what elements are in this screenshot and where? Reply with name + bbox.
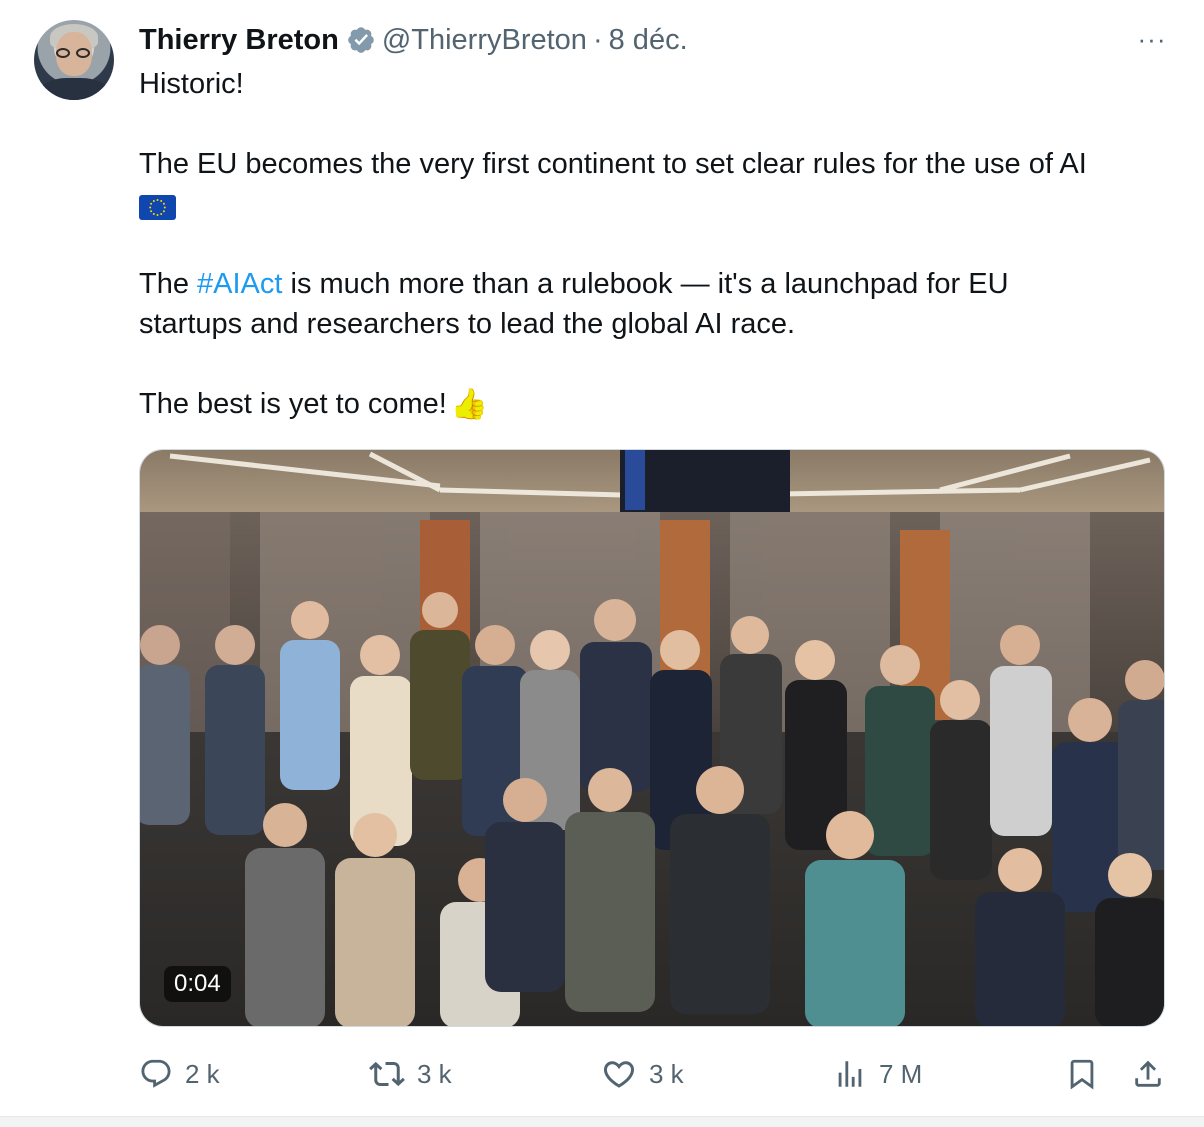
avatar-glasses (56, 48, 92, 58)
reply-icon (141, 1059, 171, 1088)
thumbs-up-icon: 👍 (450, 388, 489, 422)
author-handle[interactable]: @ThierryBreton (382, 24, 587, 57)
repost-count: 3 k (417, 1058, 452, 1089)
bookmark-icon (1070, 1059, 1094, 1090)
timeline-divider (0, 1116, 1204, 1127)
share-icon (1135, 1060, 1161, 1087)
author-name[interactable]: Thierry Breton (139, 24, 339, 57)
repost-button[interactable]: 3 k (369, 1052, 452, 1096)
reply-count: 2 k (185, 1058, 220, 1089)
author-avatar[interactable] (34, 20, 114, 100)
views-button[interactable]: 7 M (833, 1052, 922, 1096)
views-count: 7 M (879, 1058, 923, 1089)
tweet-header: Thierry Breton @ThierryBreton · 8 déc. (139, 22, 688, 58)
like-count: 3 k (649, 1058, 684, 1089)
tweet-line-1: Historic! (139, 68, 244, 100)
video-duration: 0:04 (164, 966, 231, 1002)
header-separator: · (592, 23, 603, 56)
video-thumbnail (140, 450, 1164, 1026)
tweet-line-3-post: is much more than a rulebook — it's a la… (282, 268, 1009, 300)
tweet-text: Historic! The EU becomes the very first … (139, 64, 1169, 425)
more-options-icon[interactable]: ··· (1134, 24, 1170, 54)
hashtag-link[interactable]: #AIAct (197, 268, 282, 300)
avatar-suit (38, 78, 110, 100)
tweet-line-2: The EU becomes the very first continent … (139, 148, 1087, 180)
repost-icon (369, 1061, 405, 1087)
verified-badge-icon[interactable] (346, 25, 376, 55)
video-player[interactable]: 0:04 (139, 449, 1165, 1027)
tweet-line-3: The #AIAct is much more than a rulebook … (139, 264, 1169, 304)
tweet-card[interactable]: Thierry Breton @ThierryBreton · 8 déc. ·… (0, 0, 1204, 1116)
reply-button[interactable]: 2 k (139, 1052, 220, 1096)
heart-icon (603, 1061, 635, 1088)
tweet-line-5-text: The best is yet to come! (139, 388, 447, 420)
tweet-line-3-pre: The (139, 268, 198, 300)
like-button[interactable]: 3 k (601, 1052, 684, 1096)
views-chart-icon (838, 1061, 862, 1087)
tweet-line-4: startups and researchers to lead the glo… (139, 308, 796, 340)
bookmark-button[interactable] (1065, 1052, 1111, 1096)
eu-flag-icon (139, 194, 176, 220)
tweet-actions: 2 k 3 k 3 k 7 M (139, 1052, 1165, 1096)
tweet-date[interactable]: 8 déc. (609, 24, 688, 57)
tweet-line-flag (139, 184, 1169, 224)
share-button[interactable] (1131, 1052, 1177, 1096)
tweet-line-5: The best is yet to come! 👍 (139, 384, 1169, 425)
